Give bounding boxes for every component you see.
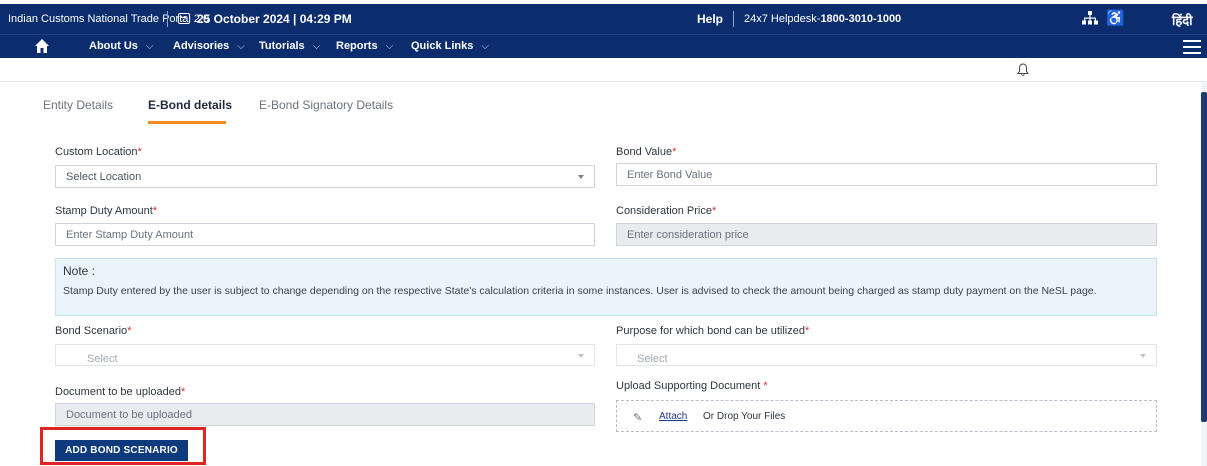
note-text: Stamp Duty entered by the user is subjec… xyxy=(63,285,1097,297)
document-input: Document to be uploaded xyxy=(55,403,595,426)
nav-quick-links[interactable]: Quick Links ⌵ xyxy=(411,40,489,52)
label-text: Bond Scenario xyxy=(55,325,128,337)
top-info-bar: Indian Customs National Trade Portal 2.0… xyxy=(0,4,1207,34)
nav-label: Advisories xyxy=(173,40,230,52)
drop-files-text: Or Drop Your Files xyxy=(703,411,786,422)
chevron-down-icon xyxy=(1140,354,1146,358)
helpdesk-number: 1800-3010-1000 xyxy=(820,13,902,25)
nav-label: Reports xyxy=(336,40,378,52)
label-text: Consideration Price xyxy=(616,205,712,217)
paperclip-icon: ✎ xyxy=(633,412,643,424)
chevron-down-icon xyxy=(578,175,584,179)
nav-reports[interactable]: Reports ⌵ xyxy=(336,40,393,52)
custom-location-select[interactable]: Select Location xyxy=(55,165,595,188)
stamp-duty-input[interactable]: Enter Stamp Duty Amount xyxy=(55,223,595,246)
nav-label: Tutorials xyxy=(259,40,305,52)
required-mark: * xyxy=(804,325,810,337)
sitemap-icon[interactable] xyxy=(1082,11,1098,25)
stamp-duty-note: Note : Stamp Duty entered by the user is… xyxy=(55,258,1157,316)
nav-label: About Us xyxy=(89,40,138,52)
select-value: Select xyxy=(637,353,668,365)
required-mark: * xyxy=(672,146,677,158)
tab-e-bond-details[interactable]: E-Bond details xyxy=(148,98,232,112)
required-mark: * xyxy=(127,325,132,337)
chevron-down-icon: ⌵ xyxy=(237,41,245,52)
consideration-price-input: Enter consideration price xyxy=(616,223,1157,246)
purpose-label: Purpose for which bond can be utilized* xyxy=(616,325,809,337)
label-text: Document to be uploaded xyxy=(55,386,181,398)
home-icon[interactable] xyxy=(34,38,50,54)
active-tab-indicator xyxy=(148,121,226,124)
required-mark: * xyxy=(712,205,717,217)
calendar-icon xyxy=(178,13,190,24)
attach-link[interactable]: Attach xyxy=(659,411,687,422)
chevron-down-icon: ⌵ xyxy=(385,41,394,52)
helpdesk-info: 24x7 Helpdesk-1800-3010-1000 xyxy=(744,13,901,25)
bond-value-input[interactable]: Enter Bond Value xyxy=(616,163,1157,186)
placeholder: Enter Stamp Duty Amount xyxy=(66,229,194,241)
current-datetime: 25 October 2024 | 04:29 PM xyxy=(197,12,352,26)
hamburger-menu-icon[interactable] xyxy=(1183,40,1201,54)
placeholder: Document to be uploaded xyxy=(66,409,192,421)
bond-value-label: Bond Value* xyxy=(616,146,676,158)
consideration-price-label: Consideration Price* xyxy=(616,205,716,217)
nav-advisories[interactable]: Advisories ⌵ xyxy=(173,40,245,52)
divider xyxy=(733,11,734,27)
scrollbar-thumb[interactable] xyxy=(1201,92,1207,422)
helpdesk-prefix: 24x7 Helpdesk- xyxy=(744,13,821,25)
required-mark: * xyxy=(152,205,158,217)
divider xyxy=(167,11,168,27)
app-frame: Indian Customs National Trade Portal 2.0… xyxy=(0,0,1207,466)
stamp-duty-label: Stamp Duty Amount* xyxy=(55,205,157,217)
required-mark: * xyxy=(763,380,768,392)
nav-about-us[interactable]: About Us ⌵ xyxy=(89,40,153,52)
tab-e-bond-signatory-details[interactable]: E-Bond Signatory Details xyxy=(259,98,393,112)
required-mark: * xyxy=(137,146,142,158)
add-bond-scenario-button[interactable]: ADD BOND SCENARIO xyxy=(55,440,188,461)
placeholder: Enter Bond Value xyxy=(627,169,713,181)
chevron-down-icon: ⌵ xyxy=(481,41,489,52)
purpose-select[interactable]: Select xyxy=(616,344,1157,366)
file-drop-zone[interactable]: ✎ Attach Or Drop Your Files xyxy=(616,400,1157,432)
chevron-down-icon: ⌵ xyxy=(312,41,321,52)
placeholder: Enter consideration price xyxy=(627,229,749,241)
select-value: Select xyxy=(87,353,118,365)
bond-scenario-select[interactable]: Select xyxy=(55,344,595,366)
bell-icon[interactable] xyxy=(1017,63,1029,77)
nav-label: Quick Links xyxy=(411,40,474,52)
language-toggle[interactable]: हिंदी xyxy=(1172,11,1193,29)
scrollbar[interactable] xyxy=(1201,82,1207,466)
note-title: Note : xyxy=(63,264,96,278)
label-text: Bond Value xyxy=(616,146,673,158)
label-text: Upload Supporting Document xyxy=(616,380,764,392)
supporting-doc-label: Upload Supporting Document * xyxy=(616,380,768,392)
custom-location-label: Custom Location* xyxy=(55,146,142,158)
label-text: Purpose for which bond can be utilized xyxy=(616,325,805,337)
tab-entity-details[interactable]: Entity Details xyxy=(43,98,113,112)
nav-tutorials[interactable]: Tutorials ⌵ xyxy=(259,40,320,52)
chevron-down-icon: ⌵ xyxy=(145,41,154,52)
document-label: Document to be uploaded* xyxy=(55,386,185,398)
bond-scenario-label: Bond Scenario* xyxy=(55,325,131,337)
accessibility-icon[interactable]: ♿ xyxy=(1106,9,1125,27)
help-link[interactable]: Help xyxy=(697,12,723,26)
label-text: Custom Location xyxy=(55,146,138,158)
required-mark: * xyxy=(180,386,186,398)
select-value: Select Location xyxy=(66,171,142,183)
chevron-down-icon xyxy=(578,354,584,358)
label-text: Stamp Duty Amount xyxy=(55,205,153,217)
main-nav: About Us ⌵ Advisories ⌵ Tutorials ⌵ Reports… xyxy=(0,34,1207,58)
